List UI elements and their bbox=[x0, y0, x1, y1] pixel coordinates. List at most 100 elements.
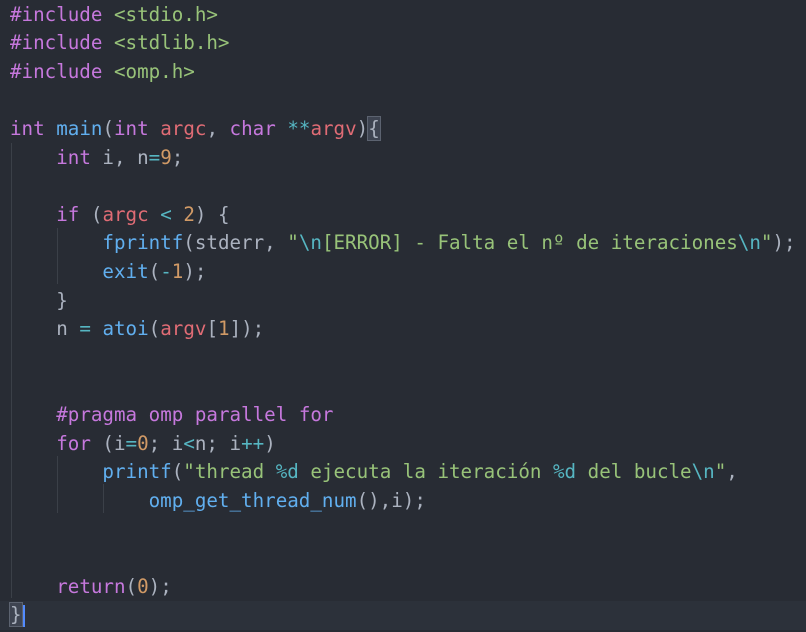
code-token: <stdio.h> bbox=[113, 2, 218, 26]
code-token: for bbox=[56, 431, 91, 455]
code-token: ++ bbox=[241, 431, 265, 455]
code-token: = bbox=[79, 317, 91, 341]
code-line[interactable]: #include <omp.h> bbox=[10, 58, 195, 87]
code-editor[interactable]: #include <stdio.h> #include <stdlib.h> #in… bbox=[0, 0, 806, 632]
code-token: } bbox=[9, 602, 23, 628]
code-token: if bbox=[56, 202, 80, 226]
code-token: ( bbox=[148, 317, 161, 341]
code-token: < bbox=[160, 202, 172, 226]
code-line[interactable]: } bbox=[0, 601, 806, 630]
code-line[interactable]: } bbox=[10, 287, 68, 316]
code-token: omp parallel for bbox=[137, 402, 334, 426]
code-token: 2 bbox=[183, 202, 195, 226]
code-token: [ bbox=[206, 317, 218, 341]
code-token: del bucle bbox=[576, 460, 692, 484]
code-token: " bbox=[287, 231, 299, 255]
code-token: ) bbox=[264, 431, 276, 455]
code-line[interactable]: if (argc < 2) { bbox=[10, 201, 230, 230]
code-token: main bbox=[56, 116, 103, 140]
code-token: ) bbox=[356, 116, 369, 140]
code-token: fprintf bbox=[102, 231, 184, 255]
code-token: \n bbox=[691, 460, 715, 484]
code-token: n bbox=[10, 317, 80, 341]
code-token: int bbox=[114, 116, 149, 140]
code-line[interactable]: int main(int argc, char **argv){ bbox=[10, 115, 381, 144]
code-token: ) { bbox=[194, 202, 230, 226]
code-line[interactable]: int i, n=9; bbox=[10, 144, 183, 173]
code-line[interactable]: #pragma omp parallel for bbox=[10, 401, 333, 430]
text-cursor bbox=[22, 604, 25, 627]
code-token: < bbox=[183, 431, 195, 455]
code-line[interactable]: #include <stdio.h> bbox=[10, 1, 218, 30]
code-token: ); bbox=[148, 574, 172, 598]
code-token: #include bbox=[10, 59, 114, 83]
code-token: ( bbox=[171, 460, 184, 484]
code-line[interactable]: return(0); bbox=[10, 573, 172, 602]
code-token: ( bbox=[125, 574, 138, 598]
code-token: %d bbox=[275, 460, 299, 484]
code-token: printf bbox=[102, 460, 172, 484]
code-token: atoi bbox=[102, 317, 149, 341]
code-token: ]); bbox=[229, 317, 265, 341]
code-token: ); bbox=[183, 259, 207, 283]
code-token: <omp.h> bbox=[113, 59, 195, 83]
code-token: ** bbox=[287, 116, 311, 140]
code-line[interactable]: for (i=0; i<n; i++) bbox=[10, 430, 276, 459]
code-token: #include bbox=[10, 31, 114, 55]
code-token: [ERROR] - Falta el nº de iteraciones bbox=[321, 231, 738, 255]
code-token: ; bbox=[171, 145, 184, 169]
code-token: = bbox=[148, 145, 161, 169]
code-token: (),i); bbox=[356, 488, 426, 512]
code-token: ); bbox=[772, 231, 796, 255]
code-line[interactable]: n = atoi(argv[1]); bbox=[10, 315, 264, 344]
code-token: <stdlib.h> bbox=[113, 31, 230, 55]
code-token: omp_get_thread_num bbox=[148, 488, 357, 512]
code-token: 0 bbox=[137, 574, 149, 598]
code-token: ; i bbox=[148, 431, 184, 455]
code-line[interactable]: fprintf(stderr, "\n[ERROR] - Falta el nº… bbox=[10, 229, 796, 258]
code-token: , bbox=[206, 116, 230, 140]
code-token: } bbox=[10, 288, 68, 312]
code-token: (stderr, bbox=[183, 231, 288, 255]
code-token: return bbox=[56, 574, 126, 598]
code-token: 9 bbox=[160, 145, 172, 169]
code-token: int bbox=[10, 116, 45, 140]
code-token: (i bbox=[90, 431, 126, 455]
code-token: i, n bbox=[90, 145, 149, 169]
code-token: "thread bbox=[183, 460, 276, 484]
code-token: \n bbox=[737, 231, 761, 255]
code-token: char bbox=[229, 116, 276, 140]
code-token: 0 bbox=[137, 431, 149, 455]
code-token: = bbox=[125, 431, 138, 455]
code-line[interactable]: printf("thread %d ejecuta la iteración %… bbox=[10, 458, 738, 487]
code-token: argc bbox=[160, 116, 207, 140]
code-token: #pragma bbox=[56, 402, 138, 426]
code-token: argc bbox=[102, 202, 149, 226]
code-token: , bbox=[726, 460, 738, 484]
code-token: - bbox=[160, 259, 172, 283]
code-token: \n bbox=[298, 231, 322, 255]
code-token: %d bbox=[552, 460, 577, 484]
code-token: { bbox=[367, 115, 381, 141]
code-line[interactable]: exit(-1); bbox=[10, 258, 206, 287]
code-token: #include bbox=[10, 2, 114, 26]
code-token: argv bbox=[310, 116, 357, 140]
code-line[interactable]: #include <stdlib.h> bbox=[10, 29, 230, 58]
code-token: n; i bbox=[194, 431, 242, 455]
code-token: 1 bbox=[171, 259, 184, 283]
code-line[interactable]: omp_get_thread_num(),i); bbox=[10, 487, 426, 516]
code-token: argv bbox=[160, 317, 207, 341]
